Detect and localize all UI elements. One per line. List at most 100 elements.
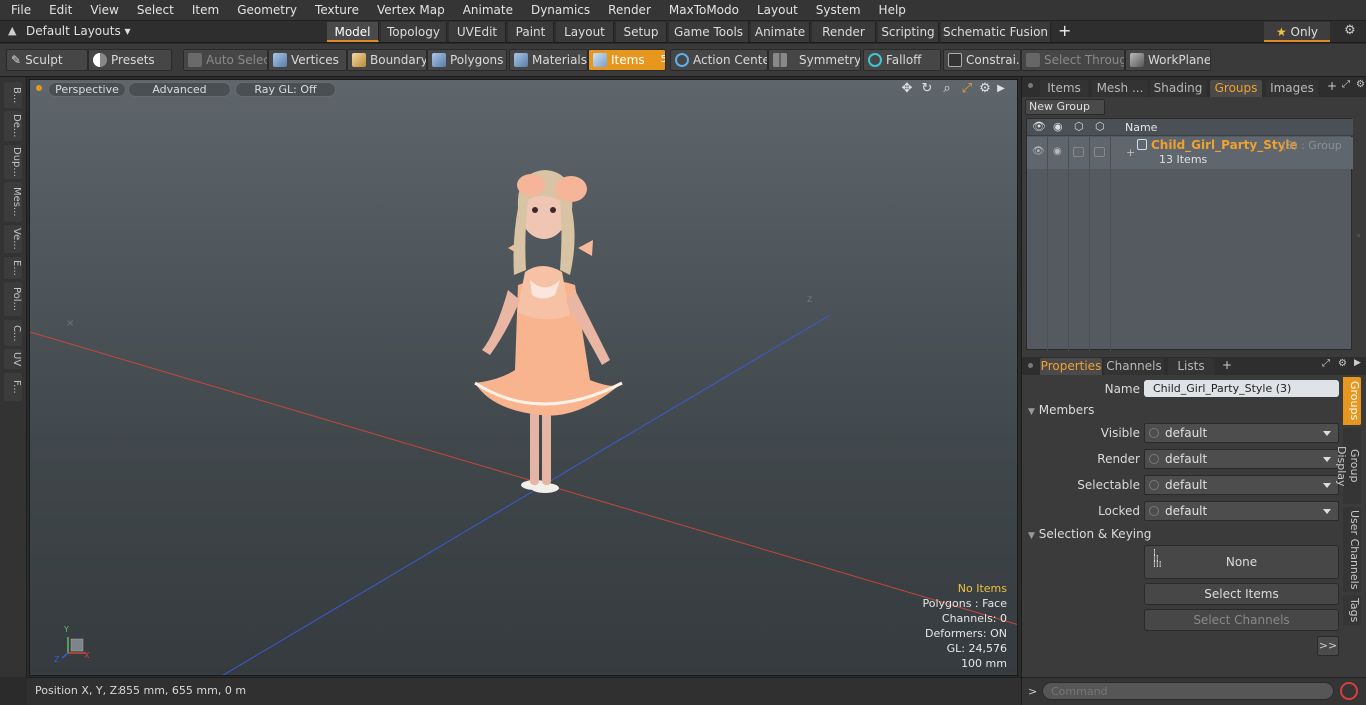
menu-view[interactable]: View: [79, 3, 125, 17]
layout-dropdown[interactable]: Default Layouts ▾: [26, 24, 131, 38]
name-field[interactable]: Child_Girl_Party_Style (3): [1144, 380, 1339, 397]
left-tab-2[interactable]: Dup...: [4, 145, 22, 179]
more-options-button[interactable]: >>: [1317, 636, 1339, 656]
side-tab-user-channels[interactable]: User Channels: [1343, 507, 1361, 592]
expand-plus-icon[interactable]: +: [1126, 146, 1135, 159]
props-expand-icon[interactable]: ⤢: [1322, 358, 1330, 369]
panel-tab-mesh-[interactable]: Mesh ...: [1092, 80, 1148, 97]
menu-dynamics[interactable]: Dynamics: [520, 3, 597, 17]
left-tab-7[interactable]: C...: [4, 320, 22, 346]
polygons-button[interactable]: Polygons: [427, 49, 507, 71]
menu-edit[interactable]: Edit: [38, 3, 79, 17]
panel-expand-icon[interactable]: ⤢: [1342, 79, 1350, 90]
group-row[interactable]: 👁 ◉ + Child_Girl_Party_Style (3) : Group…: [1027, 137, 1353, 169]
field-dropdown-selectable[interactable]: default: [1144, 475, 1339, 495]
collapse-icon[interactable]: ▲: [8, 24, 16, 37]
layout-tab-game-tools[interactable]: Game Tools: [669, 22, 749, 42]
menu-help[interactable]: Help: [868, 3, 913, 17]
layout-tab-scripting[interactable]: Scripting: [878, 22, 939, 42]
panel-settings-icon[interactable]: ⚙: [1356, 79, 1365, 90]
left-tab-1[interactable]: De...: [4, 111, 22, 141]
sculpt-button[interactable]: ✎ Sculpt: [6, 49, 88, 71]
panel-tab-shading[interactable]: Shading: [1150, 80, 1206, 97]
auto-select-button[interactable]: Auto Select: [183, 49, 268, 71]
symmetry-button[interactable]: Symmetry: [768, 49, 861, 71]
menu-maxtomodo[interactable]: MaxToModo: [658, 3, 746, 17]
menu-item[interactable]: Item: [181, 3, 226, 17]
layout-tab-layout[interactable]: Layout: [556, 22, 614, 42]
left-tab-5[interactable]: E...: [4, 257, 22, 279]
menu-animate[interactable]: Animate: [452, 3, 520, 17]
props-menu-dot-icon[interactable]: [1028, 363, 1033, 368]
left-tab-4[interactable]: Ve...: [4, 225, 22, 253]
select-items-button[interactable]: Select Items: [1144, 583, 1339, 605]
command-input[interactable]: [1042, 682, 1334, 700]
layout-tab-animate[interactable]: Animate: [751, 22, 810, 42]
side-tab-groups[interactable]: Groups: [1343, 377, 1361, 425]
left-tab-3[interactable]: Mes...: [4, 182, 22, 222]
menu-vertex-map[interactable]: Vertex Map: [366, 3, 452, 17]
props-tab-channels[interactable]: Channels: [1104, 358, 1164, 375]
none-selection-button[interactable]: ⁞ ⁞⁞ ⁞⁞⁞ None: [1144, 545, 1339, 579]
new-group-button[interactable]: New Group: [1025, 99, 1105, 115]
falloff-button[interactable]: Falloff: [863, 49, 941, 71]
field-dropdown-visible[interactable]: default: [1144, 423, 1339, 443]
3d-viewport[interactable]: Perspective Advanced Ray GL: Off ✥ ↻ ⌕ ⤢…: [29, 79, 1018, 676]
gl-count-text: GL: 24,576: [946, 642, 1007, 655]
settings-gear-icon[interactable]: ⚙: [1344, 23, 1356, 38]
layout-tab-render[interactable]: Render: [812, 22, 876, 42]
vertices-button[interactable]: Vertices1: [268, 49, 347, 71]
row-render-icon[interactable]: ◉: [1053, 146, 1062, 157]
workplane-button[interactable]: WorkPlane: [1125, 49, 1211, 71]
add-layout-icon[interactable]: +: [1058, 21, 1071, 40]
props-tab-lists[interactable]: Lists: [1168, 358, 1214, 375]
menu-system[interactable]: System: [805, 3, 868, 17]
selection-section-header[interactable]: ▼ Selection & Keying: [1028, 527, 1151, 541]
left-tab-0[interactable]: B...: [4, 82, 22, 108]
row-selectable-checkbox[interactable]: [1073, 147, 1084, 157]
panel-tab-groups[interactable]: Groups: [1210, 80, 1262, 97]
select-through-button[interactable]: Select Through: [1021, 49, 1125, 71]
add-props-tab-icon[interactable]: +: [1222, 358, 1232, 372]
menu-render[interactable]: Render: [597, 3, 658, 17]
props-expand-arrow-icon[interactable]: ▶: [1354, 358, 1361, 368]
field-dropdown-locked[interactable]: default: [1144, 501, 1339, 521]
layout-tab-model[interactable]: Model: [327, 22, 379, 42]
side-tab-tags[interactable]: Tags: [1343, 595, 1361, 625]
add-tab-icon[interactable]: +: [1327, 79, 1337, 93]
constraints-button[interactable]: Constrai...: [943, 49, 1021, 71]
boundary-button[interactable]: Boundary: [347, 49, 427, 71]
left-tab-8[interactable]: UV: [4, 349, 22, 369]
field-dropdown-render[interactable]: default: [1144, 449, 1339, 469]
record-macro-icon[interactable]: [1340, 682, 1358, 700]
left-tab-6[interactable]: Pol...: [4, 282, 22, 316]
menu-file[interactable]: File: [0, 3, 38, 17]
menu-select[interactable]: Select: [126, 3, 181, 17]
layout-tab-setup[interactable]: Setup: [616, 22, 667, 42]
menu-geometry[interactable]: Geometry: [226, 3, 304, 17]
layout-tab-topology[interactable]: Topology: [381, 22, 447, 42]
layout-tab-paint[interactable]: Paint: [508, 22, 554, 42]
props-tab-properties[interactable]: Properties: [1040, 358, 1102, 375]
row-eye-icon[interactable]: 👁: [1032, 146, 1045, 157]
action-center-button[interactable]: Action Center: [670, 49, 768, 71]
members-section-header[interactable]: ▼ Members: [1028, 403, 1094, 417]
panel-tab-items[interactable]: Items: [1040, 80, 1088, 97]
panel-menu-dot-icon[interactable]: [1028, 83, 1033, 88]
menu-layout[interactable]: Layout: [746, 3, 805, 17]
only-toggle[interactable]: ★ Only: [1264, 22, 1330, 42]
group-name[interactable]: Child_Girl_Party_Style: [1151, 138, 1298, 152]
row-lock-checkbox[interactable]: [1094, 147, 1105, 157]
menu-texture[interactable]: Texture: [304, 3, 366, 17]
layout-tab-uvedit[interactable]: UVEdit: [449, 22, 506, 42]
presets-button[interactable]: Presets: [88, 49, 172, 71]
props-settings-icon[interactable]: ⚙: [1338, 358, 1347, 369]
side-tab-group-display[interactable]: Group Display: [1335, 428, 1361, 504]
layout-tab-schematic-fusion[interactable]: Schematic Fusion: [941, 22, 1051, 42]
materials-button[interactable]: Materials: [509, 49, 588, 71]
left-tab-9[interactable]: F...: [4, 373, 22, 401]
select-channels-button[interactable]: Select Channels: [1144, 609, 1339, 631]
panel-tab-images[interactable]: Images: [1266, 80, 1318, 97]
list-scroll-handle[interactable]: ◦: [1356, 232, 1361, 242]
items-button[interactable]: Items 5: [588, 49, 666, 71]
